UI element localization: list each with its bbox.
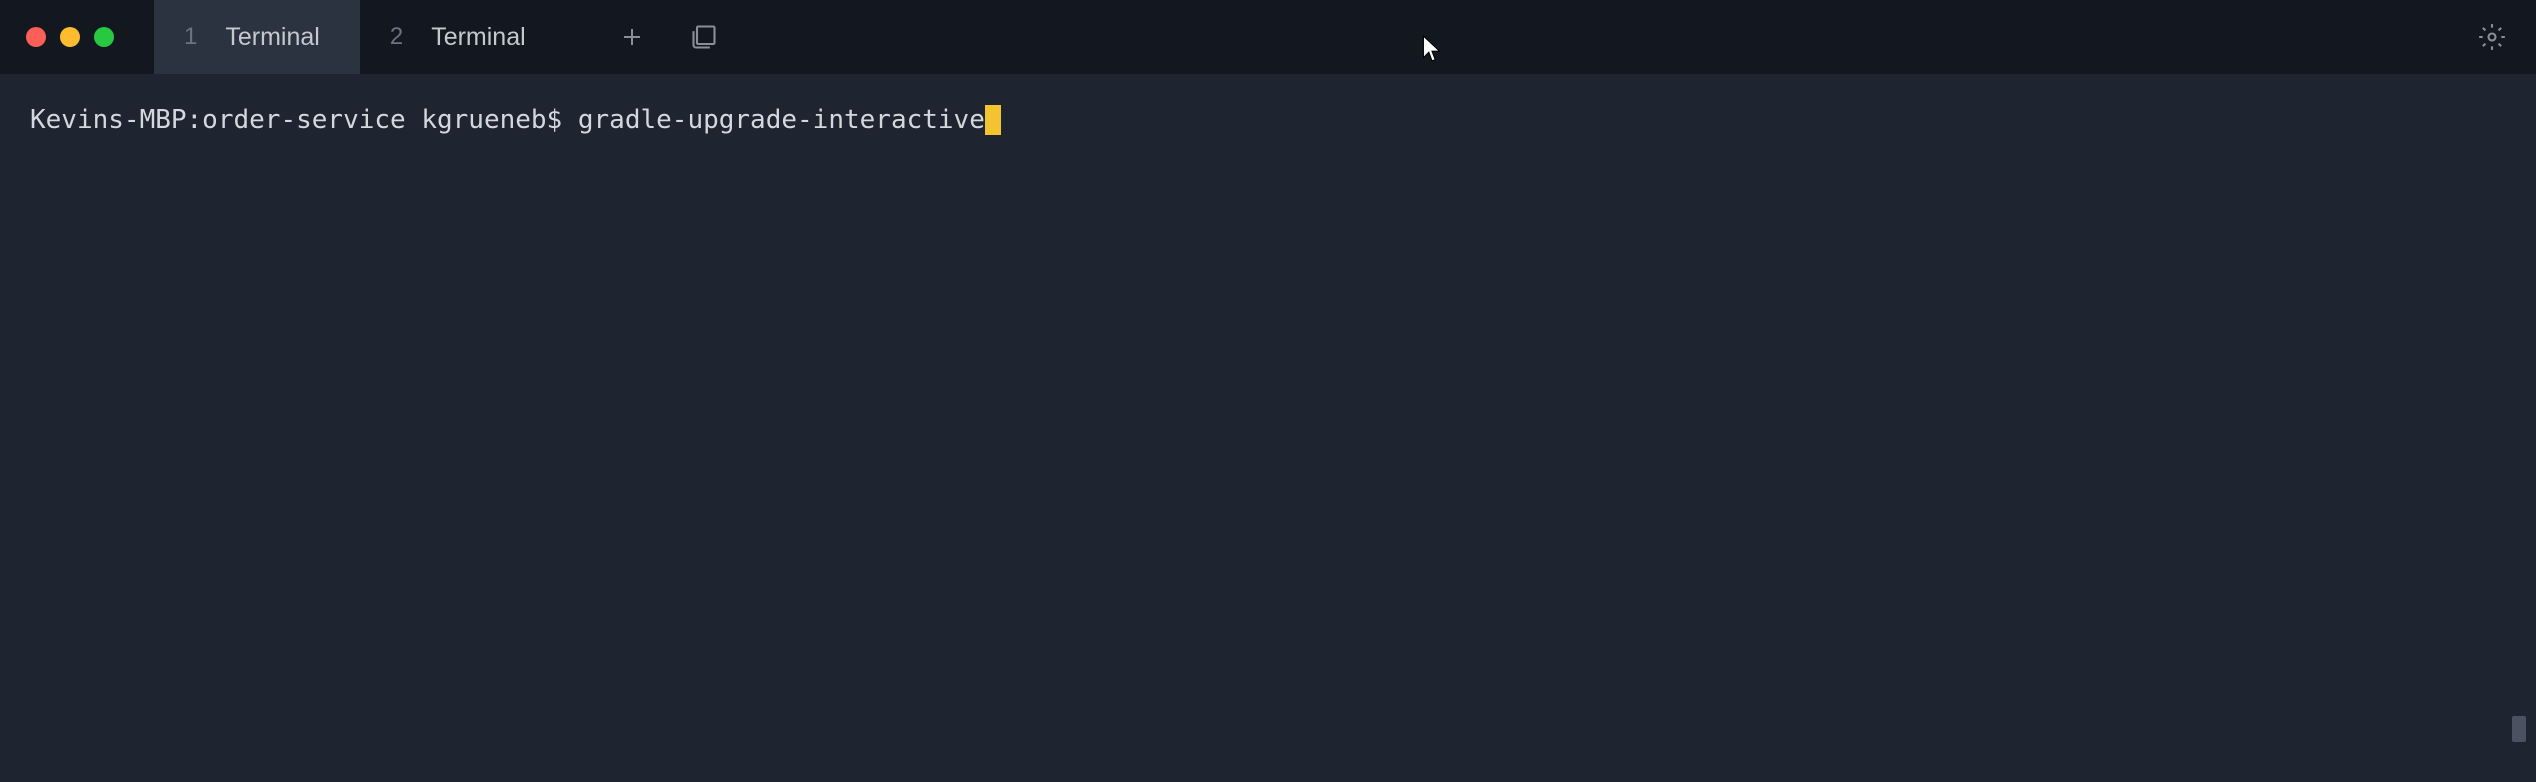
terminal-cursor [985, 105, 1001, 135]
minimize-window-button[interactable] [60, 27, 80, 47]
gear-icon [2478, 23, 2506, 51]
close-window-button[interactable] [26, 27, 46, 47]
split-pane-button[interactable] [688, 21, 720, 53]
terminal-viewport[interactable]: Kevins-MBP:order-service kgrueneb$ gradl… [0, 74, 2536, 782]
tab-terminal-1[interactable]: 1 Terminal [154, 0, 360, 74]
tab-label: Terminal [225, 23, 319, 52]
traffic-lights [0, 27, 114, 47]
new-tab-button[interactable] [616, 21, 648, 53]
tab-bar: 1 Terminal 2 Terminal [154, 0, 566, 74]
shell-prompt: Kevins-MBP:order-service kgrueneb$ [30, 102, 578, 138]
tab-number: 2 [390, 23, 403, 51]
split-pane-icon [690, 23, 718, 51]
prompt-line: Kevins-MBP:order-service kgrueneb$ gradl… [30, 102, 2506, 138]
command-input: gradle-upgrade-interactive [578, 102, 985, 138]
tab-label: Terminal [431, 23, 525, 52]
plus-icon [620, 25, 644, 49]
title-bar: 1 Terminal 2 Terminal [0, 0, 2536, 74]
tab-number: 1 [184, 23, 197, 51]
zoom-window-button[interactable] [94, 27, 114, 47]
settings-button[interactable] [2476, 21, 2508, 53]
tab-terminal-2[interactable]: 2 Terminal [360, 0, 566, 74]
tab-actions [616, 21, 720, 53]
scrollbar-thumb[interactable] [2512, 716, 2526, 742]
